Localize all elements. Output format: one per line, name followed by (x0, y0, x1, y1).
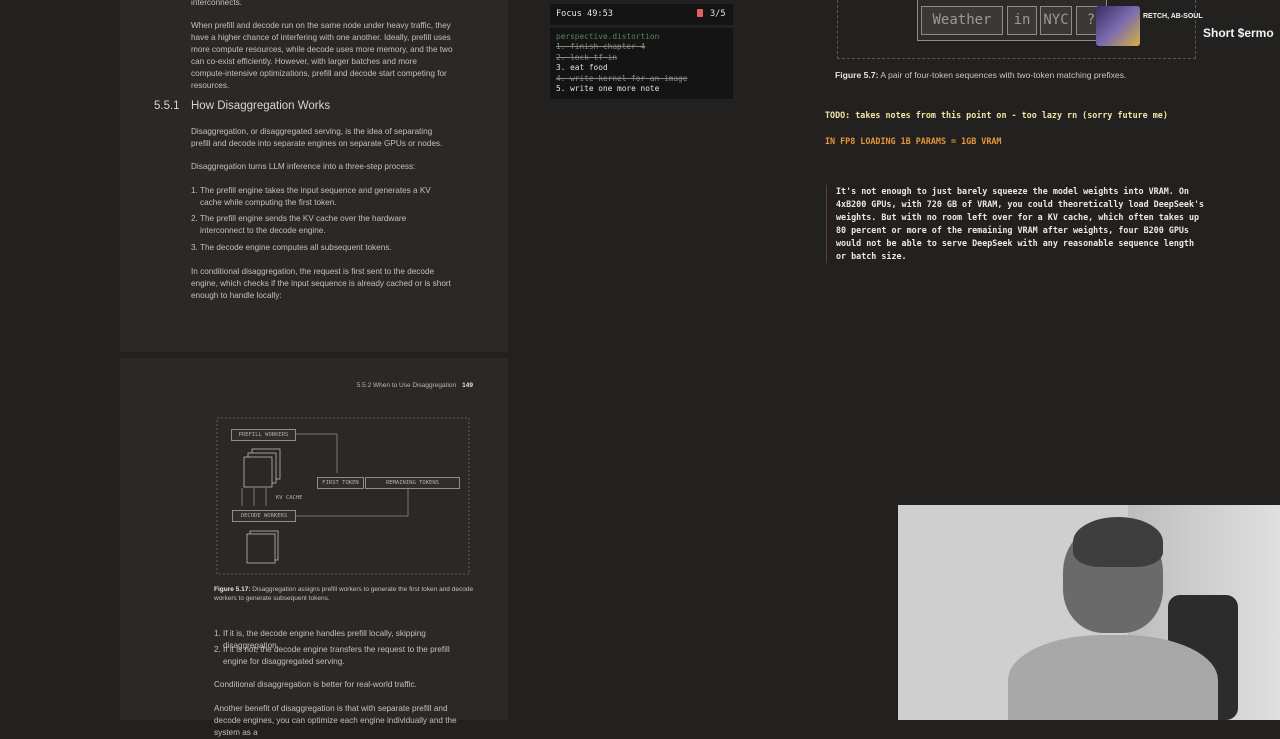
kv-cache-label: KV CACHE (276, 495, 303, 501)
running-head: 5.5.2 When to Use Disaggregation 149 (356, 382, 473, 389)
disaggregation-diagram: PREFILL WORKERS FIRST TOKEN REMAINING TO… (216, 417, 470, 575)
webcam-body (1008, 635, 1218, 720)
book-page-top: interconnects. When prefill and decode r… (120, 0, 508, 352)
page-text-fragment: interconnects. (191, 0, 242, 7)
book-page-bottom: 5.5.2 When to Use Disaggregation 149 PREF… (120, 358, 508, 737)
remaining-tokens-box: REMAINING TOKENS (365, 477, 460, 489)
paragraph-real-world: Conditional disaggregation is better for… (214, 680, 417, 689)
focus-timer-bar[interactable]: Focus 49:53 3/5 (550, 4, 733, 25)
webcam-feed (898, 505, 1280, 720)
music-title: Short $ermo (1203, 26, 1274, 40)
section-number: 5.5.1 (154, 100, 180, 112)
token-figure: Weather in NYC ? (917, 0, 1107, 41)
token-box: in (1007, 6, 1037, 35)
todo-item[interactable]: 2. lock tf in (556, 53, 617, 63)
todo-item[interactable]: 5. write one more note (556, 84, 659, 94)
decode-workers-box: DECODE WORKERS (232, 510, 296, 522)
album-art (1096, 6, 1140, 46)
fp8-note: IN FP8 LOADING 1B PARAMS = 1GB VRAM (825, 136, 1002, 146)
token-box: Weather (921, 6, 1003, 35)
first-token-box: FIRST TOKEN (317, 477, 364, 489)
list-item: 1. The prefill engine takes the input seq… (191, 186, 431, 207)
list-item: 2. The prefill engine sends the KV cache … (191, 214, 407, 235)
list-item: 2. If it is not, the decode engine transf… (214, 645, 450, 666)
figure-caption: Figure 5.17: Disaggregation assigns pref… (214, 586, 474, 602)
todo-list-title: perspective.distortion (556, 32, 660, 41)
task-icon (697, 9, 703, 17)
todo-item[interactable]: 1. finish chapter 4 (556, 42, 645, 52)
todo-item[interactable]: 3. eat food (556, 63, 608, 73)
todo-note: TODO: takes notes from this point on - t… (825, 110, 1168, 120)
music-artist: RETCH, AB-SOUL (1143, 13, 1203, 20)
figure-caption-5-7: Figure 5.7: A pair of four-token sequenc… (835, 70, 1127, 80)
todo-list-panel: perspective.distortion 1. finish chapter… (550, 28, 733, 99)
paragraph-three-step: Disaggregation turns LLM inference into … (191, 162, 416, 171)
todo-item[interactable]: 4. write kernel for an image (556, 74, 687, 84)
task-count: 3/5 (710, 9, 726, 19)
paragraph-definition: Disaggregation, or disaggregated serving… (191, 127, 443, 148)
prefill-workers-box: PREFILL WORKERS (231, 429, 296, 441)
focus-timer-label: Focus 49:53 (556, 9, 613, 19)
quote-block: It's not enough to just barely squeeze t… (826, 185, 1206, 263)
token-box: NYC (1040, 6, 1072, 35)
page-number: 149 (462, 382, 473, 389)
webcam-hair (1073, 517, 1163, 567)
section-title: How Disaggregation Works (191, 100, 331, 112)
paragraph-benefit: Another benefit of disaggregation is tha… (214, 704, 457, 737)
paragraph-conditional: In conditional disaggregation, the reque… (191, 267, 451, 300)
paragraph-interference: When prefill and decode run on the same … (191, 21, 453, 90)
list-item: 3. The decode engine computes all subsequ… (191, 243, 392, 252)
